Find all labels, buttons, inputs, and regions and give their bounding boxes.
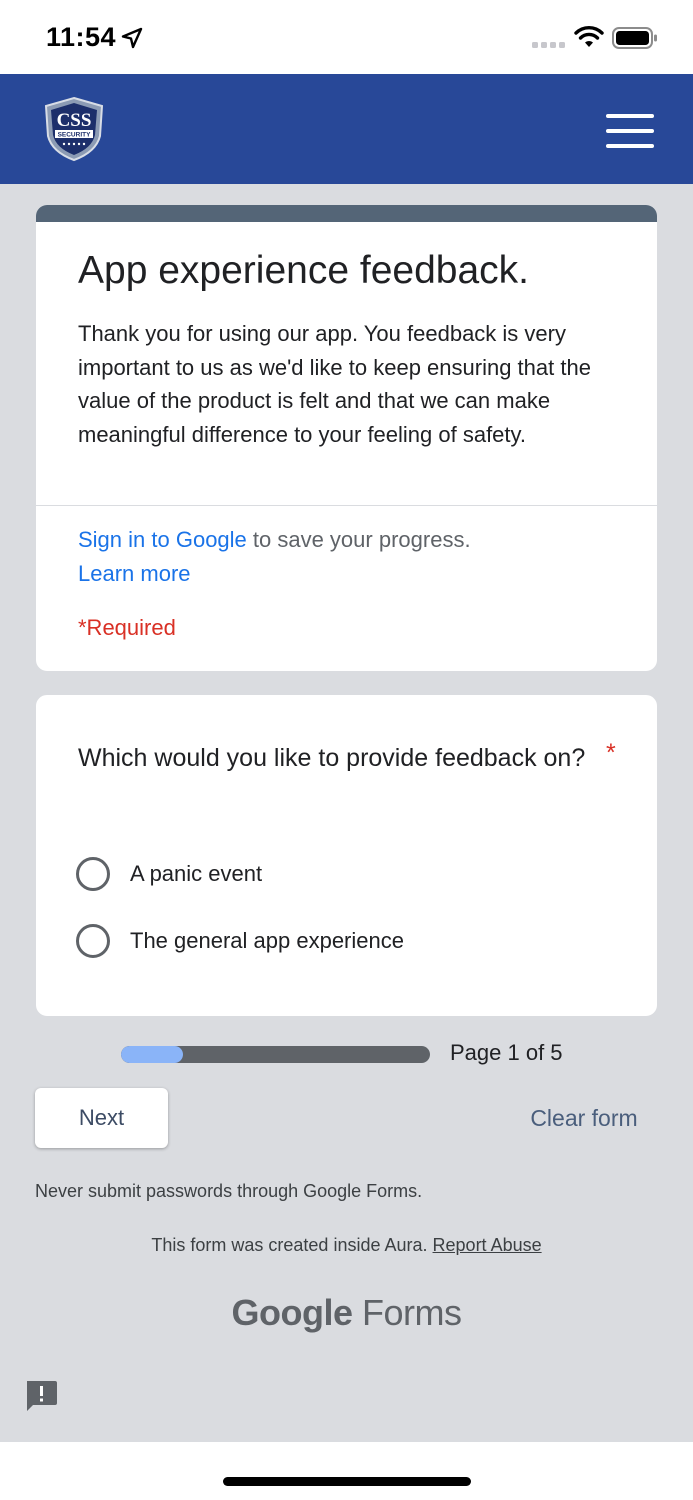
form-description: Thank you for using our app. You feedbac… (78, 321, 591, 447)
bottom-bar (0, 1442, 693, 1500)
progress-bar (121, 1046, 430, 1063)
radio-button[interactable] (76, 857, 110, 891)
hamburger-menu-icon[interactable] (600, 110, 662, 152)
created-note: This form was created inside Aura. Repor… (0, 1235, 693, 1256)
created-text: This form was created inside Aura. (151, 1235, 428, 1255)
option-label: The general app experience (130, 928, 404, 953)
signin-link[interactable]: Sign in to Google (78, 527, 247, 552)
learn-more-link[interactable]: Learn more (78, 561, 191, 587)
signin-prompt: Sign in to Google to save your progress. (78, 527, 471, 553)
feedback-icon[interactable] (23, 1378, 59, 1414)
css-security-logo: CSS SECURITY (44, 96, 104, 162)
required-note: *Required (78, 615, 176, 640)
page-indicator: Page 1 of 5 (450, 1040, 563, 1065)
card-accent-bar (36, 205, 657, 222)
status-bar: 11:54 (0, 0, 693, 74)
clear-form-button[interactable]: Clear form (512, 1088, 656, 1148)
menu-line (606, 114, 654, 118)
divider (36, 505, 657, 506)
brand-forms: Forms (362, 1292, 462, 1333)
svg-text:CSS: CSS (57, 110, 92, 131)
question-card: Which would you like to provide feedback… (35, 694, 658, 1017)
brand-google: Google (231, 1292, 353, 1333)
required-marker: * (606, 739, 616, 767)
radio-button[interactable] (76, 924, 110, 958)
signin-suffix: to save your progress. (246, 527, 471, 552)
location-arrow-icon (121, 27, 143, 49)
option-label: A panic event (130, 861, 263, 886)
wifi-icon (574, 26, 604, 47)
form-title: App experience feedback. (78, 249, 529, 292)
cellular-signal-icon (532, 42, 565, 48)
form-header-card: App experience feedback. Thank you for u… (35, 204, 658, 672)
google-forms-logo[interactable]: Google Forms (0, 1292, 693, 1334)
status-time: 11:54 (46, 22, 117, 52)
report-abuse-link[interactable]: Report Abuse (433, 1235, 542, 1255)
menu-line (606, 129, 654, 133)
question-text: Which would you like to provide feedback… (78, 744, 586, 772)
menu-line (606, 144, 654, 148)
app-header: CSS SECURITY (0, 74, 693, 184)
home-indicator[interactable] (223, 1477, 471, 1486)
progress-fill (121, 1046, 183, 1063)
battery-icon (612, 27, 657, 49)
password-warning: Never submit passwords through Google Fo… (35, 1181, 423, 1201)
next-button[interactable]: Next (35, 1088, 168, 1148)
svg-text:SECURITY: SECURITY (58, 132, 92, 139)
